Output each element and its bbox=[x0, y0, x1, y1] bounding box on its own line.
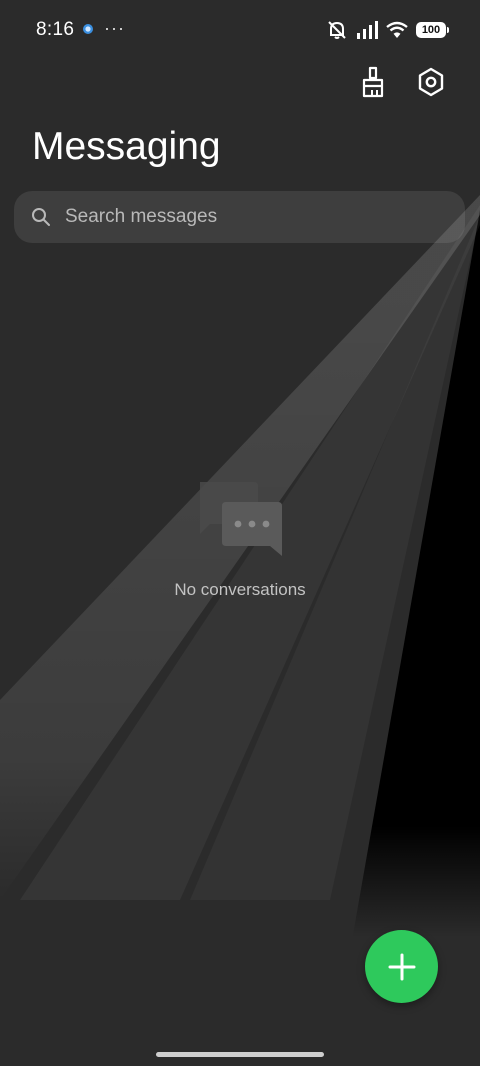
broom-icon bbox=[362, 66, 384, 98]
search-icon bbox=[32, 208, 50, 226]
mute-bell-icon bbox=[328, 21, 346, 39]
empty-state-message: No conversations bbox=[174, 580, 306, 599]
settings-button[interactable] bbox=[413, 64, 449, 100]
plus-icon bbox=[388, 953, 415, 980]
wifi-icon bbox=[386, 21, 408, 38]
clean-button[interactable] bbox=[355, 64, 391, 100]
status-bar: 8:16 ··· 100 bbox=[0, 0, 480, 60]
app-notification-icon bbox=[83, 24, 93, 34]
search-bar[interactable] bbox=[14, 191, 465, 243]
signal-icon bbox=[357, 21, 378, 39]
chat-bubbles-icon bbox=[200, 482, 282, 556]
status-time: 8:16 bbox=[36, 19, 75, 40]
page-title: Messaging bbox=[32, 125, 221, 168]
battery-icon: 100 bbox=[416, 22, 449, 38]
gesture-navigation-handle[interactable] bbox=[156, 1052, 324, 1057]
status-indicators: 100 bbox=[326, 19, 449, 41]
settings-icon bbox=[418, 67, 444, 97]
search-input[interactable] bbox=[63, 205, 447, 229]
more-notifications-icon: ··· bbox=[104, 18, 125, 38]
messaging-screen: 8:16 ··· 100 Messaging Search messages N… bbox=[0, 0, 480, 1066]
new-message-button[interactable] bbox=[365, 930, 438, 1003]
